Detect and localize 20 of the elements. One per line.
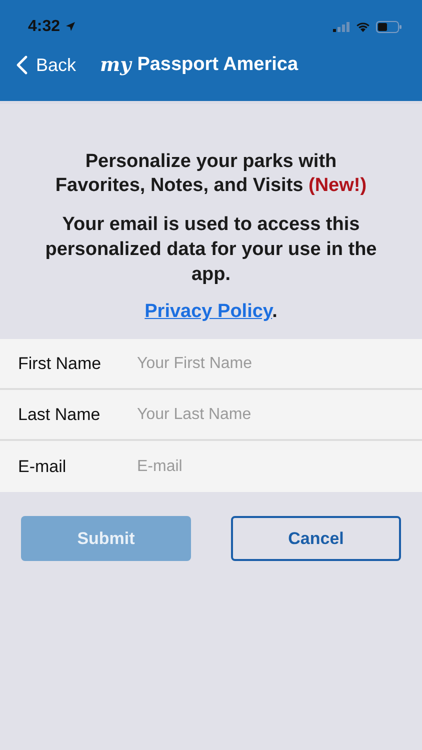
- intro-text: Your email is used to access this personalized data for your use in the app.: [44, 213, 378, 287]
- input-field[interactable]: Your Last Name: [135, 404, 410, 424]
- back-button[interactable]: Back: [16, 54, 76, 76]
- location-arrow-icon: [65, 21, 76, 32]
- status-time: 4:32: [28, 18, 60, 36]
- battery-icon: [376, 20, 402, 32]
- privacy-policy-link[interactable]: Privacy Policy: [144, 301, 272, 322]
- wifi-icon: [355, 20, 371, 32]
- intro-heading: Personalize your parks with Favorites, Notes, and Visits (New!): [54, 150, 368, 198]
- input-field[interactable]: E-mail: [135, 456, 410, 476]
- link-period: .: [272, 301, 278, 322]
- field-label: First Name: [18, 354, 102, 374]
- logo-script-text: my: [100, 54, 132, 76]
- field-label: E-mail: [18, 456, 68, 476]
- cancel-button[interactable]: Cancel: [231, 516, 401, 561]
- app-title: Passport America: [137, 54, 298, 76]
- input-field[interactable]: Your First Name: [135, 354, 410, 374]
- field-label: Last Name: [18, 404, 102, 424]
- signal-icon: [333, 21, 350, 32]
- back-chevron-icon: [16, 55, 28, 75]
